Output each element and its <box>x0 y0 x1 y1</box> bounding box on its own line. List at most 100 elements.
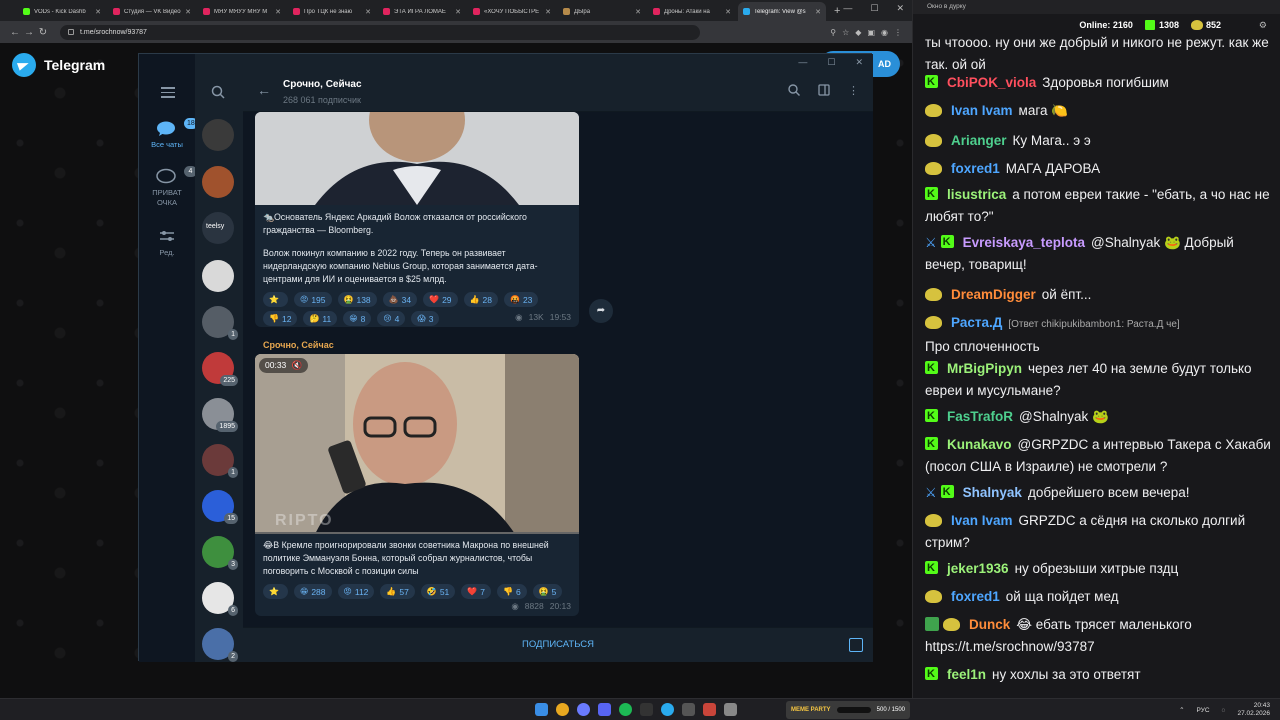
close-icon[interactable]: ✕ <box>855 57 863 68</box>
start-icon[interactable] <box>535 703 548 716</box>
chat-username[interactable]: DreamDigger <box>951 287 1036 302</box>
chat-username[interactable]: Dunck <box>969 617 1010 632</box>
chat-avatar[interactable] <box>202 260 234 292</box>
minimize-icon[interactable]: — <box>798 57 807 68</box>
chat-username[interactable]: jeker1936 <box>947 561 1009 576</box>
close-icon[interactable]: ✕ <box>896 3 904 14</box>
post-sender[interactable]: Срочно, Сейчас <box>263 340 334 350</box>
reaction-chip[interactable]: 😱 3 <box>411 311 440 326</box>
chat-avatar[interactable]: 1 <box>202 444 238 478</box>
search-icon[interactable] <box>211 85 225 104</box>
chat-username[interactable]: MrBigPipyn <box>947 361 1022 376</box>
new-tab-button[interactable]: + <box>834 2 840 21</box>
browser-tab[interactable]: «ХОЧУ ПОБЫСТРЕ ✕ <box>468 2 556 21</box>
zoom-icon[interactable]: ⚲ <box>830 28 836 37</box>
browser-tab[interactable]: VODs - Kick Dashb ✕ <box>18 2 106 21</box>
video-progress[interactable] <box>255 532 579 534</box>
tab-close-icon[interactable]: ✕ <box>545 8 551 16</box>
site-info-icon[interactable] <box>68 29 74 35</box>
url-field[interactable]: t.me/srochnow/93787 <box>60 24 700 40</box>
reaction-chip[interactable]: ❤️ 7 <box>461 584 491 599</box>
more-dots-icon[interactable]: ⋮ <box>848 84 859 99</box>
chat-username[interactable]: Evreiskaya_teplota <box>963 235 1085 250</box>
clock[interactable]: 20:43 27.02.2026 <box>1237 702 1270 718</box>
chat-avatar[interactable]: 3 <box>202 536 238 570</box>
folder-all-chats[interactable]: 18 Все чаты <box>143 118 198 149</box>
folder-edit[interactable]: Ред. <box>143 228 191 257</box>
reaction-chip[interactable]: ⭐ <box>263 584 288 599</box>
bookmark-star-icon[interactable]: ☆ <box>842 28 849 37</box>
chat-username[interactable]: feel1n <box>947 667 986 682</box>
app-icon[interactable] <box>682 703 695 716</box>
reaction-chip[interactable]: 😢 4 <box>377 311 406 326</box>
muted-speaker-icon[interactable]: 🔇 <box>292 360 303 370</box>
extension-icon[interactable]: ◆ <box>855 28 861 37</box>
network-icon[interactable]: ◌ <box>1222 707 1226 714</box>
telegram-icon[interactable] <box>661 703 674 716</box>
tab-close-icon[interactable]: ✕ <box>815 8 821 16</box>
extension-icon[interactable]: ▣ <box>867 28 875 37</box>
chat-avatar[interactable]: 1 <box>202 306 238 340</box>
chat-avatar[interactable]: 1895 <box>202 398 238 432</box>
browser-tab[interactable]: ЭТА ИГРА ЛОМАЕ ✕ <box>378 2 466 21</box>
chat-username[interactable]: lisustrica <box>947 187 1006 202</box>
reaction-chip[interactable]: 😁 288 <box>293 584 332 599</box>
gift-icon[interactable] <box>849 638 863 652</box>
reaction-chip[interactable]: 👎 12 <box>263 311 298 326</box>
chat-avatar[interactable]: 6 <box>202 582 238 616</box>
chat-username[interactable]: foxred1 <box>951 161 1000 176</box>
chat-username[interactable]: Ivan Ivam <box>951 513 1013 528</box>
tab-close-icon[interactable]: ✕ <box>635 8 641 16</box>
subscribe-button[interactable]: ПОДПИСАТЬСЯ <box>243 627 873 662</box>
discord-icon[interactable] <box>598 703 611 716</box>
chat-avatar[interactable] <box>202 119 234 151</box>
tab-close-icon[interactable]: ✕ <box>275 8 281 16</box>
chat-username[interactable]: Ivan Ivam <box>951 103 1013 118</box>
sidebar-toggle-icon[interactable] <box>818 84 830 99</box>
browser-tab[interactable]: Дроны: Атаки на ✕ <box>648 2 736 21</box>
reload-icon[interactable]: ↻ <box>36 27 50 38</box>
reaction-chip[interactable]: 😁 8 <box>343 311 372 326</box>
tab-close-icon[interactable]: ✕ <box>455 8 461 16</box>
reaction-chip[interactable]: 🤣 51 <box>420 584 456 599</box>
reaction-chip[interactable]: 👍 28 <box>463 292 498 307</box>
reaction-chip[interactable]: 🤬 23 <box>503 292 539 307</box>
browser-tab[interactable]: Студия — VK Видео ✕ <box>108 2 196 21</box>
spotify-icon[interactable] <box>619 703 632 716</box>
chrome-icon[interactable] <box>556 703 569 716</box>
chat-avatar[interactable]: 225 <box>202 352 238 386</box>
reaction-chip[interactable]: ❤️ 29 <box>423 292 458 307</box>
reaction-chip[interactable]: 💩 34 <box>382 292 418 307</box>
reaction-chip[interactable]: 👎 6 <box>496 584 527 599</box>
chat-avatar[interactable] <box>202 166 234 198</box>
chat-username[interactable]: Раста.Д <box>951 315 1002 330</box>
browser-tab[interactable]: Telegram: View @s ✕ <box>738 2 826 21</box>
app-icon[interactable] <box>703 703 716 716</box>
channel-title[interactable]: Срочно, Сейчас <box>283 79 362 90</box>
search-icon[interactable] <box>788 84 800 99</box>
browser-tab[interactable]: МЯУ МЯУУ МЯУ М ✕ <box>198 2 286 21</box>
chat-username[interactable]: foxred1 <box>951 589 1000 604</box>
reaction-chip[interactable]: 🤮 5 <box>532 584 563 599</box>
post-video[interactable]: 00:33 🔇 RIPTO <box>255 354 579 534</box>
forward-icon[interactable]: → <box>22 27 36 38</box>
chat-avatar[interactable]: teelsy <box>202 212 234 244</box>
reaction-chip[interactable]: 🤮 138 <box>337 292 377 307</box>
chat-avatar[interactable]: 2 <box>202 628 238 662</box>
reaction-chip[interactable]: ⭐ <box>263 292 288 307</box>
reaction-chip[interactable]: 😡 195 <box>293 292 332 307</box>
tab-close-icon[interactable]: ✕ <box>725 8 731 16</box>
maximize-icon[interactable]: ☐ <box>827 57 835 68</box>
browser-tab[interactable]: ДЫра ✕ <box>558 2 646 21</box>
tab-close-icon[interactable]: ✕ <box>365 8 371 16</box>
folder-private[interactable]: 4 ПРИВАТ ОЧКА <box>143 166 197 208</box>
app-icon[interactable] <box>724 703 737 716</box>
menu-dots-icon[interactable]: ⋮ <box>894 28 902 37</box>
tab-close-icon[interactable]: ✕ <box>185 8 191 16</box>
browser-tab[interactable]: Про ТЦК не знаю ✕ <box>288 2 376 21</box>
profile-icon[interactable]: ◉ <box>881 28 888 37</box>
chat-username[interactable]: Arianger <box>951 133 1007 148</box>
chat-username[interactable]: CbiPOK_viola <box>947 75 1036 90</box>
reaction-chip[interactable]: 🤔 11 <box>303 311 338 326</box>
chat-username[interactable]: FasTrafoR <box>947 409 1013 424</box>
